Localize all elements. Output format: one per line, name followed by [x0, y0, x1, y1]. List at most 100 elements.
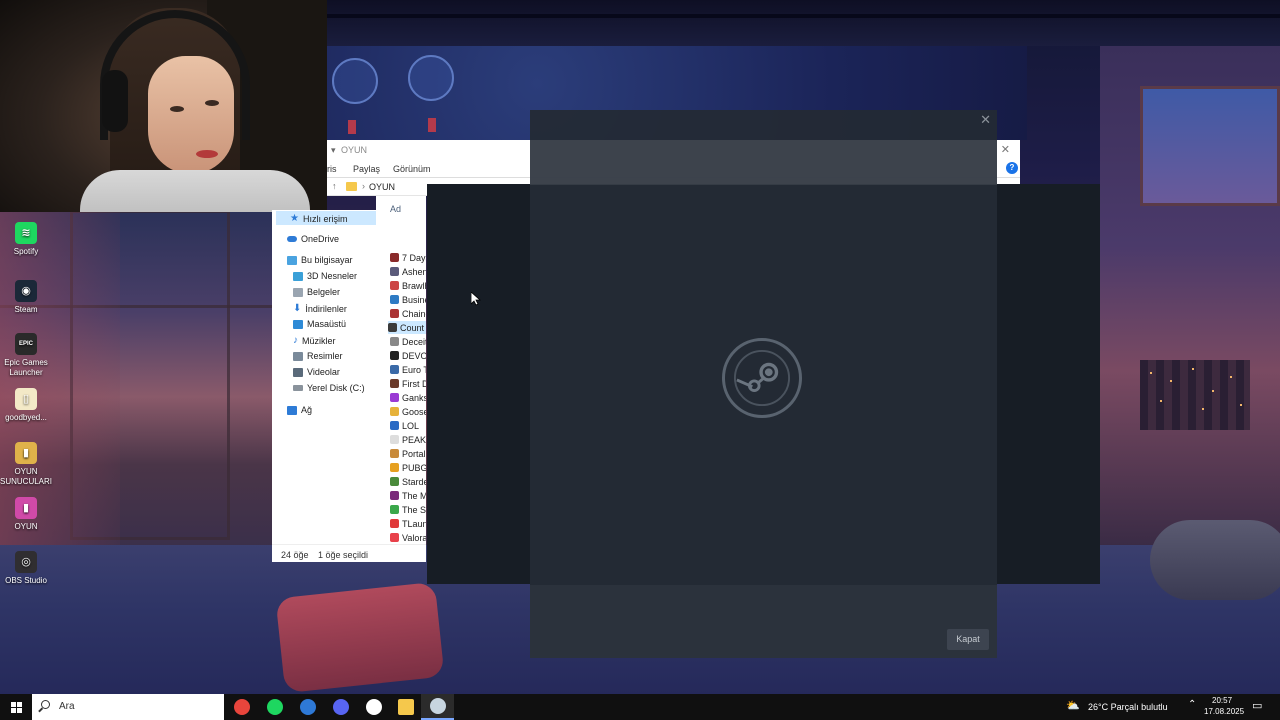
- file-name: Chaine: [402, 308, 426, 319]
- nav-item-label: Hızlı erişim: [302, 213, 348, 224]
- cube-icon: [293, 271, 303, 281]
- list-item[interactable]: DEVOU: [390, 349, 426, 362]
- computer-icon: [287, 255, 297, 265]
- list-item[interactable]: Chaine: [390, 307, 426, 320]
- nav-item-label: Bu bilgisayar: [301, 255, 353, 265]
- file-shortcut-icon: [390, 379, 399, 388]
- list-item[interactable]: LOL: [390, 419, 419, 432]
- windows-logo-icon: [10, 701, 22, 713]
- taskbar-search[interactable]: Ara: [32, 694, 224, 720]
- file-shortcut-icon: [390, 463, 399, 472]
- nav-item-desktop[interactable]: Masaüstü: [293, 319, 346, 329]
- file-shortcut-icon: [390, 351, 399, 360]
- list-item[interactable]: Busine: [390, 293, 426, 306]
- list-item[interactable]: Starde: [390, 475, 426, 488]
- file-name: The M: [402, 490, 426, 501]
- nav-item-quick-access[interactable]: ★ Hızlı erişim: [290, 213, 347, 224]
- steam-loading-dialog: ✕ Kapat: [530, 110, 997, 658]
- list-item[interactable]: Euro T: [390, 363, 426, 376]
- desktop-icon-goodbyed[interactable]: ▯ goodbyed...: [0, 388, 52, 423]
- tab-view[interactable]: Görünüm: [393, 164, 431, 174]
- list-item[interactable]: Goose: [390, 405, 426, 418]
- clock-time[interactable]: 20:57: [1212, 696, 1232, 705]
- taskbar-app-chrome[interactable]: [225, 694, 258, 720]
- list-item[interactable]: TLaun: [390, 517, 426, 530]
- nav-item-this-pc[interactable]: Bu bilgisayar: [287, 255, 353, 265]
- system-tray: ⛅ 26°C Parçalı bulutlu ⌃ 20:57 17.08.202…: [1066, 694, 1280, 720]
- nav-item-3d-objects[interactable]: 3D Nesneler: [293, 271, 357, 281]
- desktop-icon-epic-games-launcher[interactable]: EPIC Epic Games Launcher: [0, 333, 52, 378]
- nav-item-label: Videolar: [307, 367, 340, 377]
- desktop-icon-obs-studio[interactable]: ◎ OBS Studio: [0, 551, 52, 586]
- file-shortcut-icon: [390, 533, 399, 542]
- file-name: 7 Days: [402, 252, 426, 263]
- steam-icon: [429, 698, 446, 714]
- nav-item-downloads[interactable]: ⬇ İndirilenler: [293, 303, 347, 314]
- taskbar-app-spotify[interactable]: [258, 694, 291, 720]
- taskbar: Ara ⛅ 26°C Parçalı bulutlu ⌃ 20:57 17.08…: [0, 694, 1280, 720]
- desktop-icon-oyun-sunuculari[interactable]: ▮ OYUN SUNUCULARI: [0, 442, 52, 487]
- list-item[interactable]: The Si: [390, 503, 426, 516]
- list-item[interactable]: Brawlh: [390, 279, 426, 292]
- nav-item-music[interactable]: ♪ Müzikler: [293, 335, 336, 346]
- taskbar-app-obs[interactable]: [357, 694, 390, 720]
- taskbar-app-file-explorer[interactable]: [389, 694, 422, 720]
- list-item[interactable]: Ashen: [390, 265, 426, 278]
- list-item[interactable]: Valora: [390, 531, 426, 544]
- desktop-icon-steam[interactable]: ◉ Steam: [0, 280, 52, 315]
- nav-item-network[interactable]: Ağ: [287, 405, 312, 415]
- taskbar-app-steam[interactable]: [421, 694, 454, 720]
- desktop-icon: [293, 319, 303, 329]
- start-button[interactable]: [0, 694, 32, 720]
- address-path[interactable]: OYUN: [369, 182, 395, 192]
- desktop-icon-oyun[interactable]: ▮ OYUN: [0, 497, 52, 532]
- nav-item-pictures[interactable]: Resimler: [293, 351, 343, 361]
- weather-text[interactable]: 26°C Parçalı bulutlu: [1088, 702, 1168, 712]
- column-header-name[interactable]: Ad: [390, 204, 401, 214]
- file-list[interactable]: Ad 7 Days Ashen Brawlh Busine Chaine Count Dec…: [376, 196, 426, 544]
- chevron-up-icon[interactable]: ⌃: [1188, 699, 1196, 710]
- app-icon: ◉: [15, 280, 37, 302]
- spotify-icon: [266, 699, 283, 715]
- up-arrow-icon[interactable]: ↑: [332, 181, 337, 191]
- list-item[interactable]: Ganks: [390, 391, 426, 404]
- file-name: PEAK: [402, 434, 426, 445]
- nav-item-onedrive[interactable]: OneDrive: [287, 234, 339, 244]
- list-item[interactable]: Count: [388, 321, 426, 334]
- nav-item-documents[interactable]: Belgeler: [293, 287, 340, 297]
- desktop-icon-label: goodbyed...: [5, 413, 47, 422]
- nav-item-local-disk[interactable]: Yerel Disk (C:): [293, 383, 365, 393]
- file-shortcut-icon: [390, 491, 399, 500]
- list-item[interactable]: The M: [390, 489, 426, 502]
- nav-item-videos[interactable]: Videolar: [293, 367, 340, 377]
- list-item[interactable]: PEAK: [390, 433, 426, 446]
- list-item[interactable]: Portal: [390, 447, 426, 460]
- quick-access-toolbar-icon[interactable]: ▾: [331, 145, 336, 156]
- close-icon[interactable]: ✕: [1001, 143, 1010, 156]
- discord-icon: [332, 699, 349, 715]
- document-icon: [293, 287, 303, 297]
- tab-file[interactable]: ris: [327, 164, 337, 174]
- file-name: The Si: [402, 504, 426, 515]
- file-name: First D: [402, 378, 426, 389]
- list-item[interactable]: 7 Days: [390, 251, 426, 264]
- desktop-icon-label: OYUN: [14, 522, 38, 531]
- desktop-icon-spotify[interactable]: ≋ Spotify: [0, 222, 52, 257]
- taskbar-app-discord[interactable]: [324, 694, 357, 720]
- list-item[interactable]: First D: [390, 377, 426, 390]
- weather-icon[interactable]: ⛅: [1066, 699, 1080, 712]
- file-name: LOL: [402, 420, 420, 431]
- list-item[interactable]: Deceit: [390, 335, 426, 348]
- list-item[interactable]: PUBG: [390, 461, 426, 474]
- notification-icon[interactable]: ▭: [1252, 699, 1262, 712]
- close-button[interactable]: Kapat: [947, 629, 989, 650]
- file-shortcut-icon: [390, 477, 399, 486]
- close-icon[interactable]: ✕: [980, 112, 991, 128]
- file-name: PUBG: [402, 462, 426, 473]
- taskbar-app-app-3[interactable]: [291, 694, 324, 720]
- chrome-icon: [233, 699, 250, 715]
- tab-share[interactable]: Paylaş: [353, 164, 380, 174]
- nav-item-label: Belgeler: [307, 287, 341, 297]
- help-icon[interactable]: ?: [1006, 162, 1018, 174]
- clock-date[interactable]: 17.08.2025: [1204, 707, 1244, 716]
